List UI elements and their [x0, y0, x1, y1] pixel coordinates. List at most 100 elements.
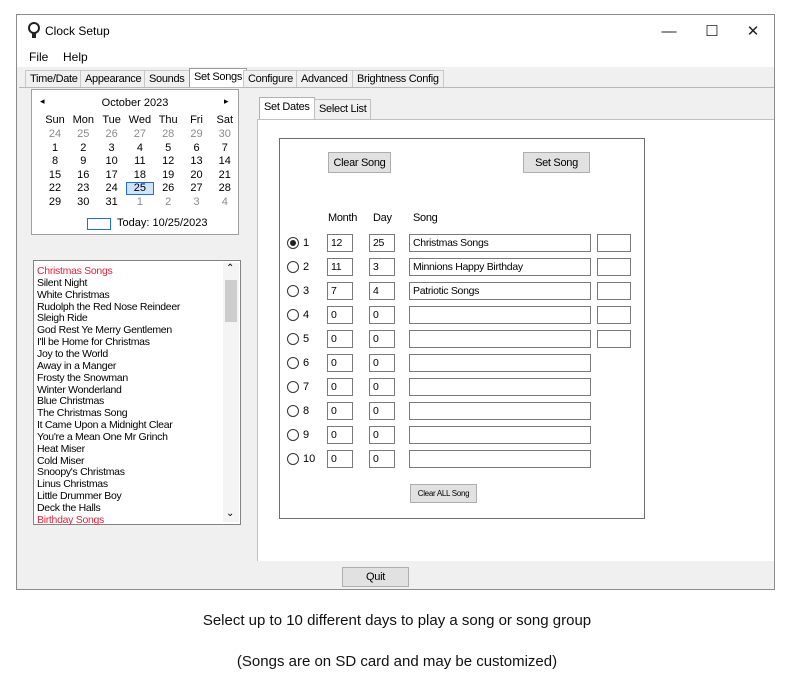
song-field[interactable] [409, 330, 591, 348]
calendar-day[interactable]: 28 [211, 182, 239, 194]
calendar-day[interactable]: 17 [98, 169, 126, 181]
song-list-item[interactable]: Sleigh Ride [37, 312, 88, 324]
scroll-up-icon[interactable]: ⌃ [226, 263, 234, 274]
song-field[interactable]: Patriotic Songs [409, 282, 591, 300]
calendar-day[interactable]: 25 [69, 128, 97, 140]
song-list-scrollbar[interactable]: ⌃ ⌄ [223, 263, 239, 522]
extra-field[interactable] [597, 234, 631, 252]
calendar-day[interactable]: 29 [41, 196, 69, 208]
calendar-day[interactable]: 26 [98, 128, 126, 140]
minimize-button[interactable]: — [647, 15, 691, 47]
song-list-item[interactable]: You're a Mean One Mr Grinch [37, 431, 168, 443]
calendar-day[interactable]: 9 [69, 155, 97, 167]
menu-help[interactable]: Help [63, 50, 88, 64]
month-field[interactable]: 11 [327, 258, 353, 276]
month-field[interactable]: 0 [327, 450, 353, 468]
tab-set-dates[interactable]: Set Dates [259, 97, 315, 119]
day-field[interactable]: 0 [369, 330, 395, 348]
song-list-item[interactable]: Cold Miser [37, 455, 84, 467]
day-field[interactable]: 4 [369, 282, 395, 300]
song-list-item[interactable]: Birthday Songs [37, 514, 104, 526]
day-field[interactable]: 3 [369, 258, 395, 276]
tab-time-date[interactable]: Time/Date [25, 70, 83, 87]
song-list-item[interactable]: God Rest Ye Merry Gentlemen [37, 324, 172, 336]
calendar-day[interactable]: 13 [183, 155, 211, 167]
row-radio[interactable] [287, 333, 299, 345]
clear-song-button[interactable]: Clear Song [328, 152, 391, 173]
calendar-day-selected[interactable]: 25 [125, 182, 154, 195]
song-list-item[interactable]: Winter Wonderland [37, 384, 122, 396]
calendar-day[interactable]: 11 [126, 155, 154, 167]
song-field[interactable] [409, 402, 591, 420]
song-field[interactable] [409, 306, 591, 324]
song-list-item[interactable]: Silent Night [37, 277, 87, 289]
song-field[interactable] [409, 426, 591, 444]
calendar-day[interactable]: 3 [98, 142, 126, 154]
song-list-item[interactable]: White Christmas [37, 289, 110, 301]
tab-set-songs[interactable]: Set Songs [189, 68, 248, 87]
calendar-day[interactable]: 7 [211, 142, 239, 154]
song-list-item[interactable]: It Came Upon a Midnight Clear [37, 419, 173, 431]
tab-advanced[interactable]: Advanced [296, 70, 353, 87]
day-field[interactable]: 0 [369, 426, 395, 444]
calendar-day[interactable]: 26 [154, 182, 182, 194]
song-field[interactable]: Christmas Songs [409, 234, 591, 252]
calendar-day[interactable]: 4 [126, 142, 154, 154]
song-list-item[interactable]: The Christmas Song [37, 407, 128, 419]
calendar-day[interactable]: 10 [98, 155, 126, 167]
month-field[interactable]: 0 [327, 426, 353, 444]
month-field[interactable]: 0 [327, 378, 353, 396]
month-field[interactable]: 0 [327, 402, 353, 420]
calendar-day[interactable]: 27 [126, 128, 154, 140]
song-list-item[interactable]: Deck the Halls [37, 502, 101, 514]
calendar-day[interactable]: 14 [211, 155, 239, 167]
song-field[interactable]: Minnions Happy Birthday [409, 258, 591, 276]
song-list-item[interactable]: Joy to the World [37, 348, 108, 360]
calendar-day[interactable]: 27 [183, 182, 211, 194]
calendar-day[interactable]: 2 [154, 196, 182, 208]
calendar-month-label[interactable]: October 2023 [32, 97, 238, 109]
next-month-icon[interactable]: ▸ [224, 96, 229, 107]
song-list-item[interactable]: Blue Christmas [37, 395, 104, 407]
calendar-day[interactable]: 15 [41, 169, 69, 181]
calendar-day[interactable]: 20 [183, 169, 211, 181]
calendar-day[interactable]: 6 [183, 142, 211, 154]
today-label[interactable]: Today: 10/25/2023 [117, 217, 208, 229]
calendar-day[interactable]: 8 [41, 155, 69, 167]
calendar-day[interactable]: 2 [69, 142, 97, 154]
quit-button[interactable]: Quit [342, 567, 409, 587]
calendar-day[interactable]: 18 [126, 169, 154, 181]
tab-brightness-config[interactable]: Brightness Config [352, 70, 444, 87]
tab-sounds[interactable]: Sounds [144, 70, 190, 87]
day-field[interactable]: 0 [369, 306, 395, 324]
row-radio[interactable] [287, 285, 299, 297]
calendar-day[interactable]: 16 [69, 169, 97, 181]
day-field[interactable]: 0 [369, 402, 395, 420]
calendar-day[interactable]: 19 [154, 169, 182, 181]
tab-select-list[interactable]: Select List [314, 99, 372, 119]
maximize-button[interactable]: ☐ [690, 15, 734, 47]
calendar-day[interactable]: 31 [98, 196, 126, 208]
row-radio[interactable] [287, 309, 299, 321]
scroll-down-icon[interactable]: ⌄ [226, 508, 234, 519]
row-radio[interactable] [287, 261, 299, 273]
menu-file[interactable]: File [29, 50, 48, 64]
month-field[interactable]: 0 [327, 354, 353, 372]
day-field[interactable]: 0 [369, 450, 395, 468]
song-field[interactable] [409, 450, 591, 468]
song-list-item[interactable]: Frosty the Snowman [37, 372, 128, 384]
set-song-button[interactable]: Set Song [523, 152, 590, 173]
calendar-day[interactable]: 24 [41, 128, 69, 140]
today-box[interactable] [87, 218, 111, 230]
song-list[interactable]: Christmas Songs Silent Night White Christm… [33, 260, 241, 526]
month-field[interactable]: 12 [327, 234, 353, 252]
song-list-item[interactable]: Away in a Manger [37, 360, 116, 372]
calendar-day[interactable]: 28 [154, 128, 182, 140]
song-list-item[interactable]: Rudolph the Red Nose Reindeer [37, 301, 180, 313]
song-list-item[interactable]: Little Drummer Boy [37, 490, 122, 502]
calendar-day[interactable]: 29 [183, 128, 211, 140]
month-field[interactable]: 0 [327, 330, 353, 348]
close-button[interactable]: ✕ [731, 15, 775, 47]
extra-field[interactable] [597, 258, 631, 276]
calendar-day[interactable]: 21 [211, 169, 239, 181]
